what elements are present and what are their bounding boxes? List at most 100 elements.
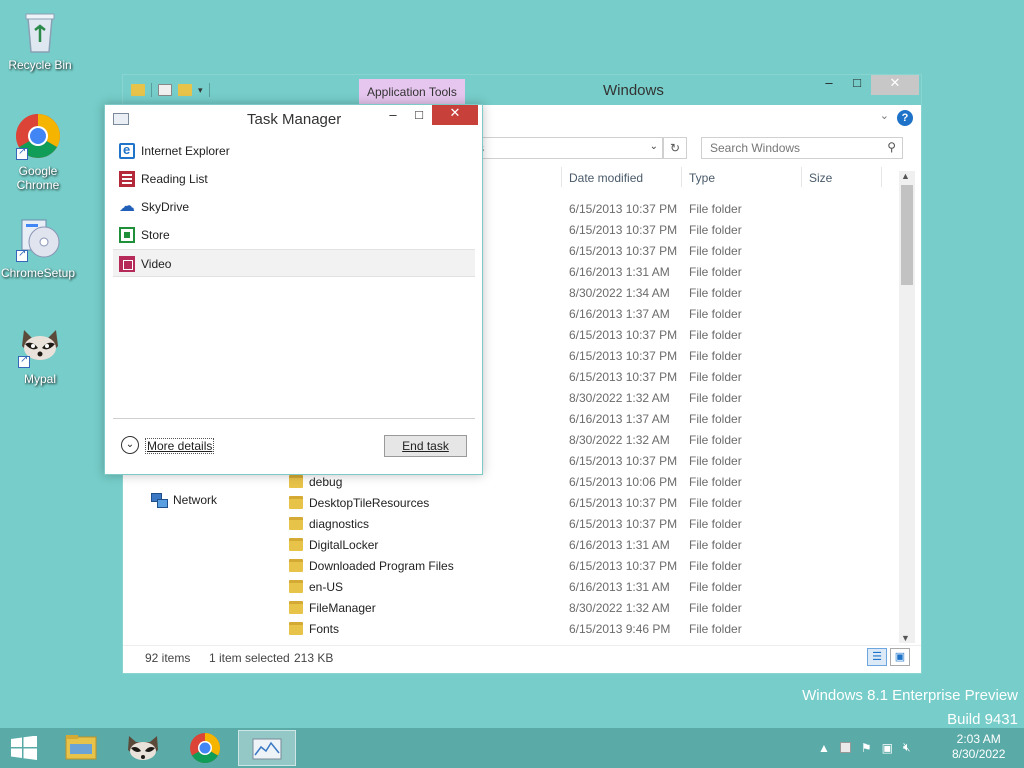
column-divider[interactable] bbox=[681, 167, 682, 187]
desktop-icon-mypal[interactable]: Mypal bbox=[2, 320, 78, 386]
minimize-button[interactable]: – bbox=[815, 75, 843, 95]
scrollbar-thumb[interactable] bbox=[901, 185, 913, 285]
new-folder-icon[interactable] bbox=[178, 84, 192, 96]
task-manager-footer: ⌄ More details End task bbox=[121, 435, 471, 459]
column-header-type[interactable]: Type bbox=[689, 171, 715, 185]
video-icon bbox=[119, 256, 135, 272]
explorer-titlebar[interactable]: ▾ Application Tools Windows – □ ✕ bbox=[123, 75, 921, 105]
system-tray: ▲ ⚑ ▣ 🔇︎ bbox=[818, 740, 911, 755]
file-type: File folder bbox=[689, 622, 742, 636]
maximize-button[interactable]: □ bbox=[843, 75, 871, 95]
app-item-video[interactable]: Video bbox=[113, 249, 475, 277]
taskbar-file-explorer[interactable] bbox=[52, 730, 110, 766]
start-button[interactable] bbox=[10, 735, 38, 760]
scroll-down-arrow-icon[interactable]: ▼ bbox=[901, 633, 910, 643]
file-type: File folder bbox=[689, 559, 742, 573]
app-item-store[interactable]: Store bbox=[113, 221, 475, 249]
folder-icon bbox=[131, 84, 145, 96]
folder-icon bbox=[289, 475, 303, 488]
desktop-icon-recycle-bin[interactable]: Recycle Bin bbox=[2, 6, 78, 72]
shortcut-arrow-icon bbox=[16, 146, 28, 160]
table-row[interactable]: FileManager 8/30/2022 1:32 AM File folder bbox=[289, 598, 903, 619]
app-item-reading-list[interactable]: Reading List bbox=[113, 165, 475, 193]
network-icon[interactable]: ▣ bbox=[882, 741, 893, 755]
task-manager-window: Task Manager – □ ✕ Internet Explorer Rea… bbox=[104, 104, 483, 475]
desktop-icon-google-chrome[interactable]: Google Chrome bbox=[0, 112, 76, 192]
address-dropdown-chevron-icon[interactable]: ⌄ bbox=[650, 141, 658, 152]
vertical-scrollbar[interactable]: ▲ ▼ bbox=[899, 171, 915, 643]
file-type: File folder bbox=[689, 580, 742, 594]
app-item-skydrive[interactable]: SkyDrive bbox=[113, 193, 475, 221]
app-item-internet-explorer[interactable]: Internet Explorer bbox=[113, 137, 475, 165]
file-date-modified: 6/15/2013 10:37 PM bbox=[569, 370, 678, 384]
taskbar-mypal[interactable] bbox=[114, 730, 172, 766]
table-row[interactable]: DigitalLocker 6/16/2013 1:31 AM File folde… bbox=[289, 535, 903, 556]
volume-muted-icon[interactable]: 🔇︎ bbox=[903, 740, 911, 755]
stop-square-icon[interactable] bbox=[839, 742, 851, 753]
file-date-modified: 6/16/2013 1:31 AM bbox=[569, 538, 670, 552]
column-divider[interactable] bbox=[881, 167, 882, 187]
desktop-icon-label: Google Chrome bbox=[16, 164, 60, 192]
app-label: Reading List bbox=[141, 172, 208, 186]
show-hidden-icons-icon[interactable]: ▲ bbox=[818, 741, 830, 755]
details-view-button[interactable]: ☰ bbox=[867, 648, 887, 666]
taskbar-task-manager[interactable] bbox=[238, 730, 296, 766]
table-row[interactable]: en-US 6/16/2013 1:31 AM File folder bbox=[289, 577, 903, 598]
properties-icon[interactable] bbox=[158, 84, 172, 96]
column-divider[interactable] bbox=[561, 167, 562, 187]
shortcut-arrow-icon bbox=[18, 354, 30, 368]
file-type: File folder bbox=[689, 538, 742, 552]
table-row[interactable]: DesktopTileResources 6/15/2013 10:37 PM Fi… bbox=[289, 493, 903, 514]
table-row[interactable]: Downloaded Program Files 6/15/2013 10:37 … bbox=[289, 556, 903, 577]
nav-pane-network[interactable]: Network bbox=[151, 493, 218, 508]
file-date-modified: 6/15/2013 10:37 PM bbox=[569, 349, 678, 363]
table-row[interactable]: debug 6/15/2013 10:06 PM File folder bbox=[289, 472, 903, 493]
folder-icon bbox=[289, 538, 303, 551]
minimize-button[interactable]: – bbox=[380, 107, 406, 127]
file-type: File folder bbox=[689, 244, 742, 258]
scroll-up-arrow-icon[interactable]: ▲ bbox=[901, 171, 910, 181]
file-explorer-icon bbox=[65, 735, 97, 760]
close-button[interactable]: ✕ bbox=[432, 105, 478, 125]
mypal-raccoon-icon bbox=[16, 320, 64, 368]
quick-access-toolbar: ▾ bbox=[131, 83, 210, 97]
application-tools-tab[interactable]: Application Tools bbox=[359, 79, 465, 105]
nav-network-label: Network bbox=[173, 493, 218, 507]
chrome-icon bbox=[190, 733, 221, 764]
file-name: DigitalLocker bbox=[309, 538, 379, 552]
file-type: File folder bbox=[689, 286, 742, 300]
file-type: File folder bbox=[689, 412, 742, 426]
desktop-icon-chromesetup[interactable]: ChromeSetup bbox=[0, 214, 76, 280]
address-bar[interactable]: s ⌄ bbox=[473, 137, 663, 159]
customize-toolbar-chevron-icon[interactable]: ▾ bbox=[198, 85, 203, 96]
column-header-date-modified[interactable]: Date modified bbox=[569, 171, 643, 185]
search-icon: ⚲ bbox=[887, 140, 896, 154]
task-manager-titlebar[interactable]: Task Manager – □ ✕ bbox=[105, 105, 482, 133]
action-center-flag-icon[interactable]: ⚑ bbox=[861, 741, 872, 755]
file-name: debug bbox=[309, 475, 343, 489]
search-input[interactable]: Search Windows ⚲ bbox=[701, 137, 903, 159]
large-icons-view-button[interactable]: ▣ bbox=[890, 648, 910, 666]
file-date-modified: 6/15/2013 10:37 PM bbox=[569, 454, 678, 468]
table-row[interactable]: diagnostics 6/15/2013 10:37 PM File folder bbox=[289, 514, 903, 535]
file-type: File folder bbox=[689, 370, 742, 384]
file-date-modified: 6/15/2013 10:37 PM bbox=[569, 517, 678, 531]
column-header-size[interactable]: Size bbox=[809, 171, 832, 185]
end-task-button[interactable]: End task bbox=[384, 435, 467, 457]
taskbar: ▲ ⚑ ▣ 🔇︎ 2:03 AM 8/30/2022 bbox=[0, 728, 1024, 768]
taskbar-clock[interactable]: 2:03 AM 8/30/2022 bbox=[952, 732, 1005, 762]
column-divider[interactable] bbox=[801, 167, 802, 187]
search-placeholder: Search Windows bbox=[710, 141, 801, 155]
file-name: DesktopTileResources bbox=[309, 496, 430, 510]
help-icon[interactable]: ? bbox=[897, 110, 913, 126]
taskbar-chrome[interactable] bbox=[176, 730, 234, 766]
maximize-button[interactable]: □ bbox=[406, 107, 432, 127]
folder-icon bbox=[289, 517, 303, 530]
close-button[interactable]: ✕ bbox=[871, 75, 919, 95]
refresh-button[interactable]: ↻ bbox=[663, 137, 687, 159]
more-details-link[interactable]: More details bbox=[145, 438, 215, 454]
watermark-edition: Windows 8.1 Enterprise Preview bbox=[802, 687, 1018, 704]
table-row[interactable]: Fonts 6/15/2013 9:46 PM File folder bbox=[289, 619, 903, 640]
expand-chevron-icon[interactable]: ⌄ bbox=[121, 436, 139, 454]
expand-ribbon-chevron-icon[interactable]: ⌄ bbox=[880, 109, 889, 122]
